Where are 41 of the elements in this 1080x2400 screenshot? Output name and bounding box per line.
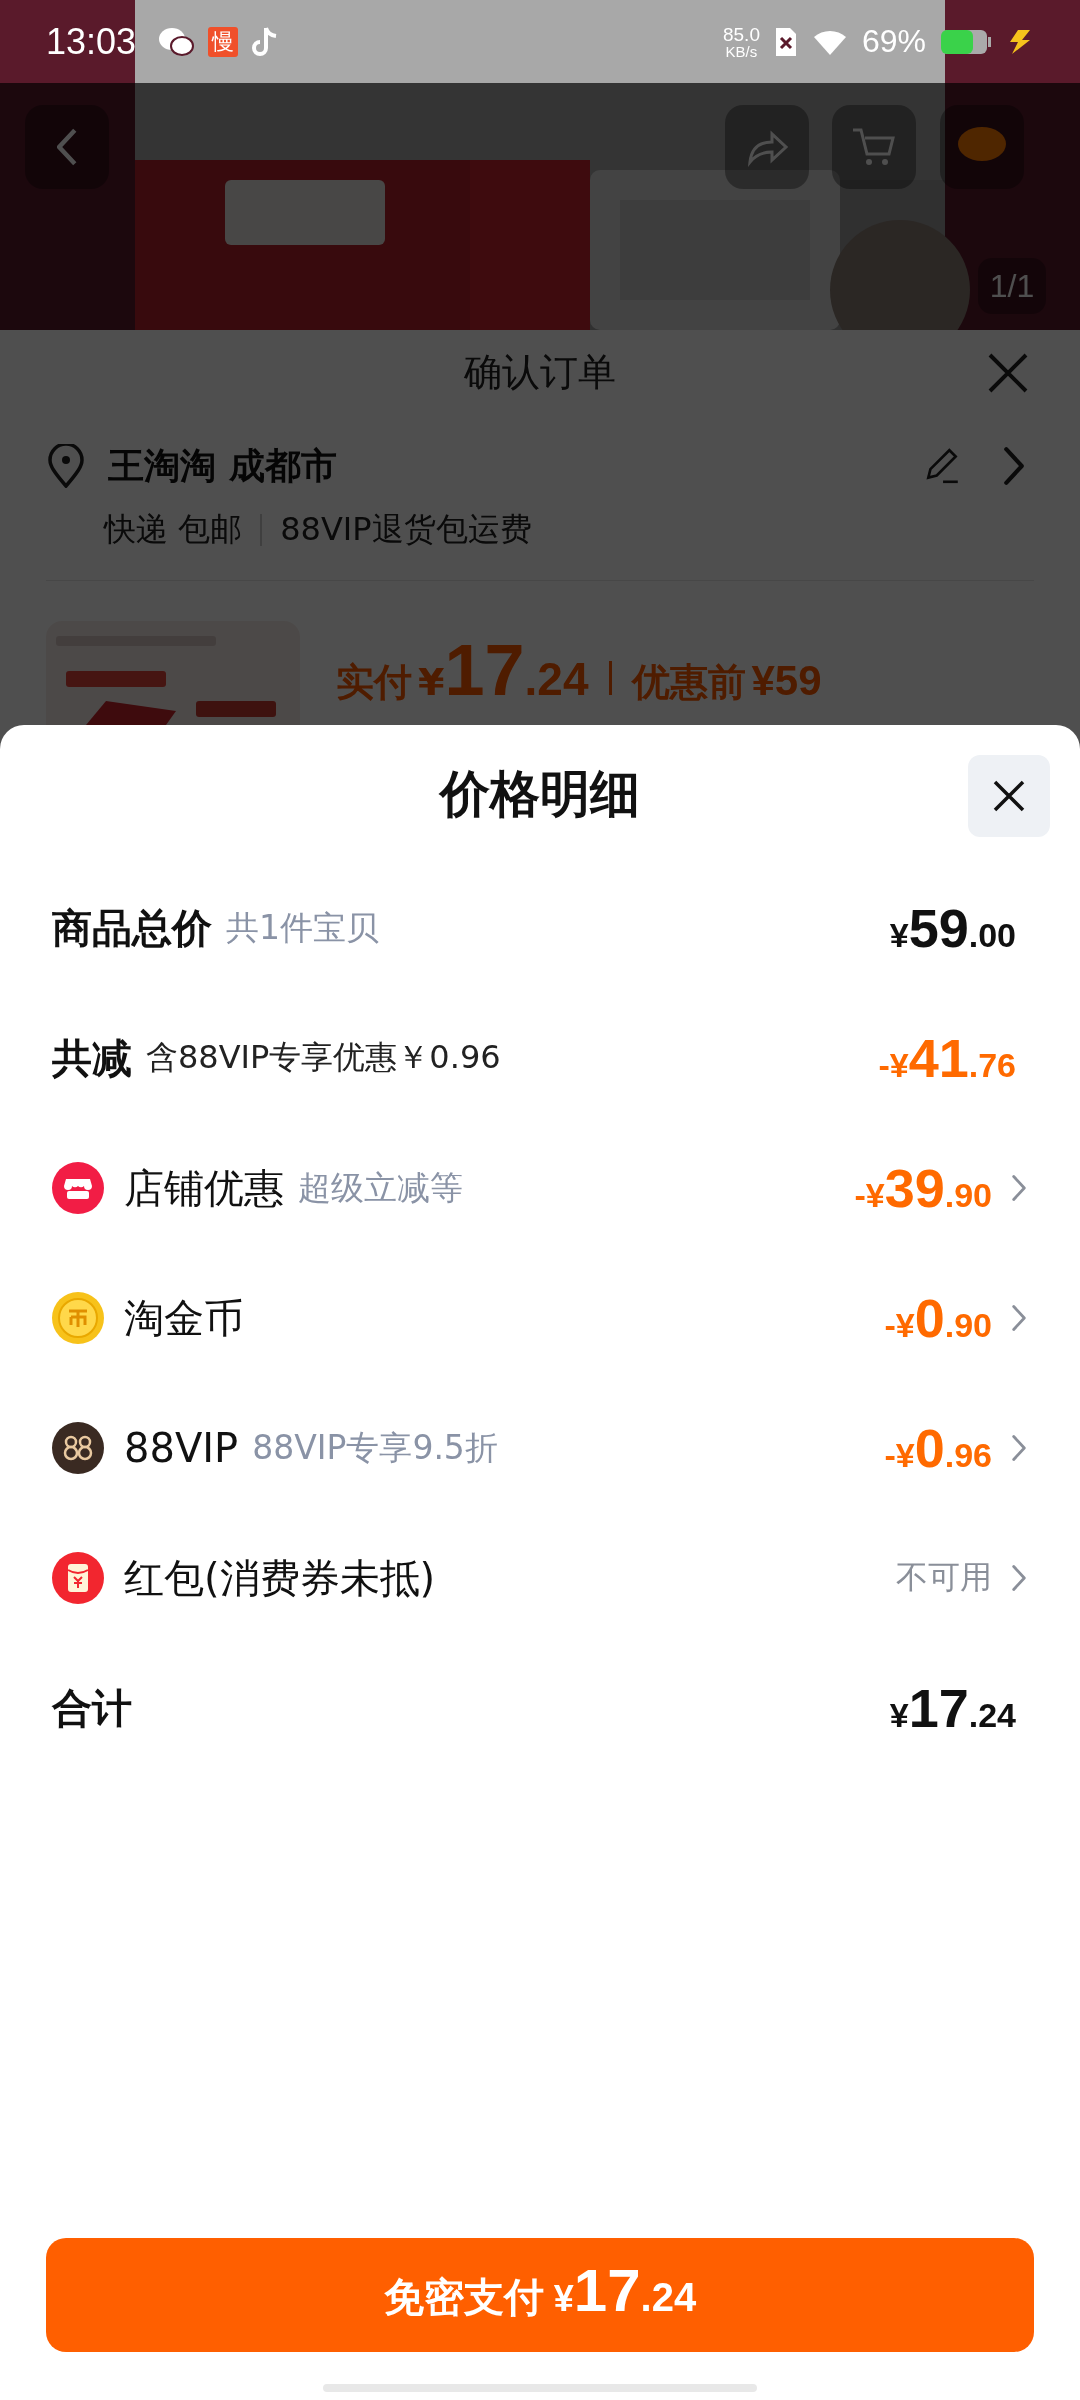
coin-icon [52, 1292, 104, 1344]
location-pin-icon [46, 444, 86, 488]
pay-button[interactable]: 免密支付 ¥17.24 [46, 2238, 1034, 2352]
clock: 13:03 [46, 20, 137, 63]
price-value: ¥59.00 [889, 897, 1016, 959]
price-value: -¥0.96 [884, 1417, 992, 1479]
original-price: ¥59 [751, 657, 822, 705]
price-value: -¥0.90 [884, 1287, 992, 1349]
row-label: 红包(消费券未抵) [124, 1553, 436, 1603]
row-label: 88VIP [124, 1425, 239, 1471]
paid-label: 实付 [336, 659, 412, 706]
row-note: 含88VIP专享优惠￥0.96 [146, 1037, 501, 1078]
sheet-title: 确认订单 [464, 349, 616, 396]
delivery-text: 快递 包邮 [104, 509, 243, 550]
row-label: 商品总价 [52, 903, 212, 953]
network-speed: 85.0 KB/s [722, 24, 760, 59]
paid-price: ¥17.24 [418, 629, 589, 711]
chat-icon [158, 25, 195, 58]
vip-icon [52, 1422, 104, 1474]
row-label: 共减 [52, 1033, 132, 1083]
battery-icon [940, 28, 992, 55]
envelope-icon [52, 1552, 104, 1604]
store-icon [52, 1162, 104, 1214]
sheet-title: 价格明细 [440, 763, 640, 825]
row-note: 88VIP专享9.5折 [252, 1426, 498, 1469]
service-text: 88VIP退货包运费 [280, 509, 532, 550]
price-value: ¥17.24 [889, 1677, 1016, 1739]
price-value: -¥39.90 [854, 1157, 992, 1219]
row-label: 合计 [52, 1683, 132, 1733]
app-icon: 慢 [208, 26, 239, 57]
back-icon [57, 128, 77, 166]
price-value: -¥41.76 [878, 1027, 1016, 1089]
close-button[interactable] [968, 755, 1050, 837]
status-text: 不可用 [896, 1557, 992, 1598]
original-price-label: 优惠前 [631, 659, 746, 706]
row-label: 淘金币 [124, 1293, 244, 1343]
row-note: 共1件宝贝 [226, 906, 379, 949]
row-note: 超级立减等 [298, 1166, 463, 1209]
row-label: 店铺优惠 [124, 1163, 284, 1213]
battery-percent: 69% [861, 23, 926, 60]
recipient-name: 王淘淘 成都市 [108, 443, 338, 488]
